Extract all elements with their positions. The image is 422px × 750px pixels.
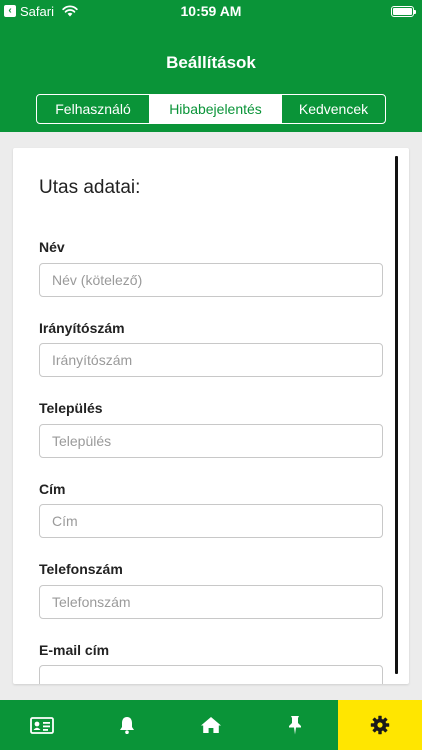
gear-icon (370, 715, 390, 735)
home-icon (200, 715, 222, 735)
phone-field[interactable] (39, 585, 383, 619)
tab-felhasznalo[interactable]: Felhasználó (37, 95, 149, 123)
section-title: Utas adatai: (39, 177, 141, 198)
zip-field[interactable] (39, 343, 383, 377)
id-card-icon (30, 716, 55, 734)
bell-icon (117, 715, 137, 735)
tab-kedvencek[interactable]: Kedvencek (281, 95, 385, 123)
city-field[interactable] (39, 424, 383, 458)
scrollbar[interactable] (395, 156, 398, 674)
header: Beállítások Felhasználó Hibabejelentés K… (0, 22, 422, 132)
form-card: Utas adatai: Név Irányítószám Település … (13, 148, 409, 684)
address-label: Cím (39, 481, 66, 497)
battery-icon (391, 6, 416, 17)
tab-hibabejelentes[interactable]: Hibabejelentés (149, 95, 281, 123)
email-label: E-mail cím (39, 642, 110, 658)
bottom-tab-bar (0, 700, 422, 750)
back-app-label: Safari (20, 3, 54, 19)
segmented-control: Felhasználó Hibabejelentés Kedvencek (36, 94, 386, 124)
tab-settings[interactable] (337, 700, 422, 750)
city-label: Település (39, 400, 103, 416)
form-scroll-area[interactable]: Utas adatai: Név Irányítószám Település … (13, 148, 409, 684)
page-title: Beállítások (166, 53, 256, 72)
status-bar: ‹ Safari 10:59 AM (0, 0, 422, 22)
tab-favorites[interactable] (253, 700, 337, 750)
address-field[interactable] (39, 504, 383, 538)
zip-label: Irányítószám (39, 320, 125, 336)
back-arrow-icon: ‹ (4, 5, 16, 17)
pin-icon (287, 715, 303, 735)
tab-home[interactable] (169, 700, 253, 750)
tab-id-card[interactable] (0, 700, 84, 750)
name-field[interactable] (39, 263, 383, 297)
name-label: Név (39, 239, 65, 255)
wifi-icon (62, 5, 78, 17)
back-to-app[interactable]: ‹ Safari (0, 4, 78, 19)
phone-label: Telefonszám (39, 561, 123, 577)
email-field[interactable] (39, 665, 383, 684)
tab-notifications[interactable] (84, 700, 168, 750)
